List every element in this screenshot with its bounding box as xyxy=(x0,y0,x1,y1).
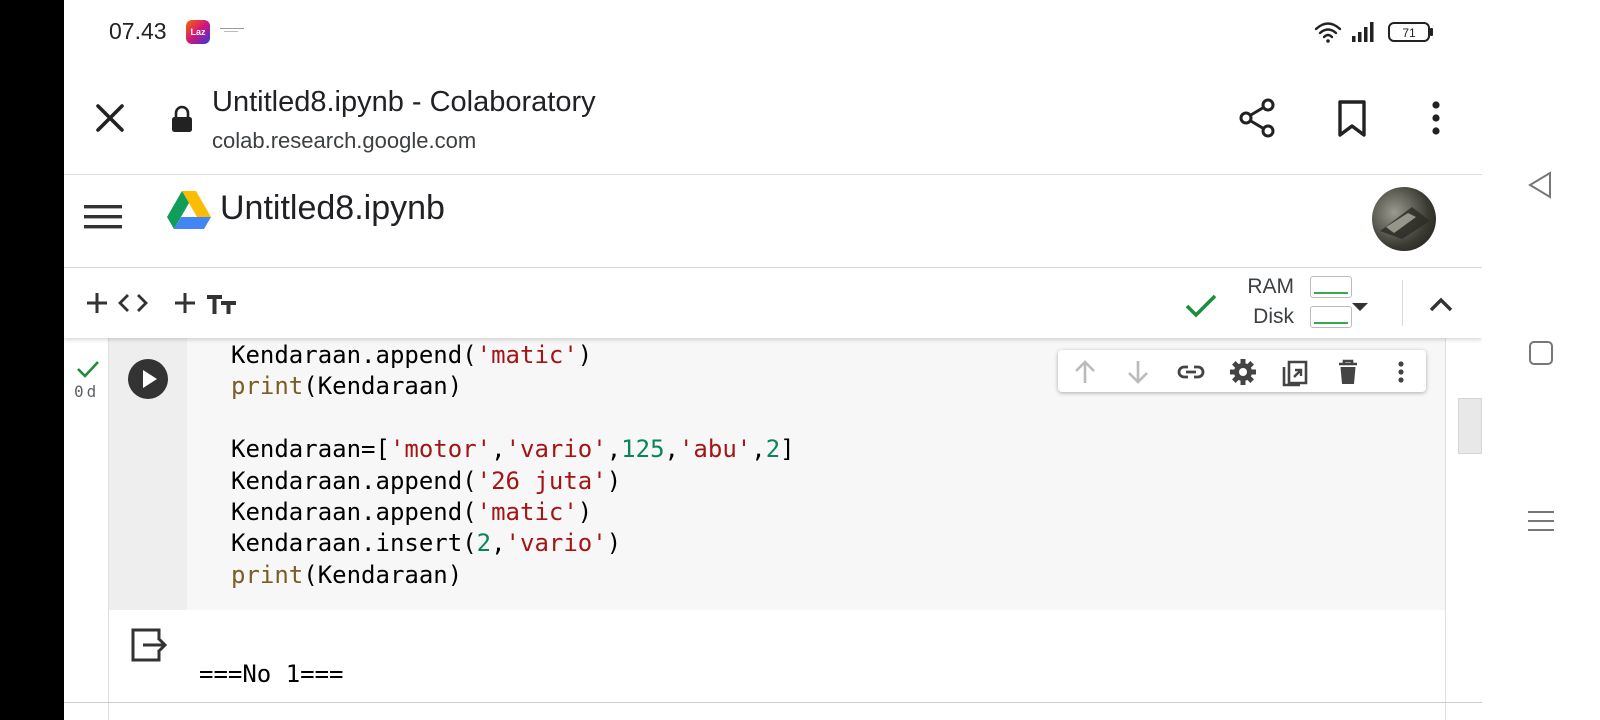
ram-meter[interactable] xyxy=(1310,276,1352,298)
recents-icon[interactable] xyxy=(1524,504,1558,538)
code-token: print xyxy=(231,560,304,589)
code-token: 2 xyxy=(476,529,492,558)
code-line: print(Kendaraan) xyxy=(231,372,462,400)
code-token: (Kendaraan) xyxy=(303,560,463,589)
page-url: colab.research.google.com xyxy=(212,128,477,153)
code-token: 125 xyxy=(621,435,665,464)
execution-time: 0d xyxy=(74,382,100,401)
code-token: 2 xyxy=(765,435,781,464)
share-icon[interactable] xyxy=(1236,96,1280,140)
code-line: print(Kendaraan) xyxy=(231,561,462,589)
code-token: ] xyxy=(780,435,795,464)
drive-icon xyxy=(167,191,211,229)
battery-icon: 71 xyxy=(1388,22,1433,42)
bookmark-icon[interactable] xyxy=(1330,96,1374,140)
notification-icon xyxy=(220,28,244,32)
gear-icon[interactable] xyxy=(1228,357,1258,387)
code-token: 'abu' xyxy=(678,435,752,464)
code-token: Kendaraan.insert( xyxy=(231,529,477,558)
code-token: , xyxy=(491,529,506,558)
code-token: ) xyxy=(577,341,593,369)
close-icon[interactable] xyxy=(90,98,130,138)
code-token: Kendaraan.append( xyxy=(231,466,477,495)
divider xyxy=(64,702,1482,703)
clock: 07.43 xyxy=(109,18,167,44)
home-icon[interactable] xyxy=(1524,336,1558,370)
add-text-icon[interactable] xyxy=(174,286,240,320)
add-code-icon[interactable] xyxy=(86,286,152,320)
code-token: ) xyxy=(606,466,622,495)
code-token: print xyxy=(231,372,304,401)
chevron-down-icon[interactable] xyxy=(1348,290,1372,324)
notebook-toolbar: RAM Disk xyxy=(64,268,1482,338)
code-line: Kendaraan.append('26 juta') xyxy=(231,467,621,495)
link-icon[interactable] xyxy=(1176,357,1206,387)
more-vert-icon[interactable] xyxy=(1414,96,1458,140)
status-bar: 07.43 Laz 71 xyxy=(64,0,1482,64)
browser-bar: Untitled8.ipynb - Colaboratory colab.res… xyxy=(64,64,1482,175)
code-token: Kendaraan=[ xyxy=(231,435,390,464)
phone-screen: 07.43 Laz 71 Untitled8.ipynb - Colaborat… xyxy=(64,0,1482,720)
code-token: , xyxy=(751,435,766,464)
code-editor[interactable]: Kendaraan.append('matic') print(Kendaraa… xyxy=(231,340,795,591)
avatar[interactable] xyxy=(1372,187,1436,251)
code-token: (Kendaraan) xyxy=(303,372,463,401)
lazada-notification-icon: Laz xyxy=(186,20,210,44)
code-token: , xyxy=(491,435,506,464)
code-token: ) xyxy=(577,498,593,527)
code-token: , xyxy=(664,435,679,464)
output-text: ===No 1=== xyxy=(199,660,344,688)
chevron-up-icon[interactable] xyxy=(1426,288,1456,322)
page-title: Untitled8.ipynb - Colaboratory xyxy=(212,86,596,118)
notebook-title[interactable]: Untitled8.ipynb xyxy=(220,189,445,228)
cell-toolbar xyxy=(1058,350,1426,392)
code-token: 'motor' xyxy=(389,435,492,464)
code-token: 'vario' xyxy=(505,529,607,558)
more-vert-icon[interactable] xyxy=(1386,357,1416,387)
disk-label: Disk xyxy=(1253,305,1294,328)
code-line: Kendaraan.append('matic') xyxy=(231,341,592,369)
code-token: Kendaraan.append( xyxy=(231,498,477,527)
run-button[interactable] xyxy=(128,359,168,399)
cell-run-area xyxy=(109,338,187,610)
battery-level: 71 xyxy=(1402,26,1416,40)
arrow-up-icon[interactable] xyxy=(1070,357,1100,387)
toolbar-divider xyxy=(1402,280,1403,326)
back-icon[interactable] xyxy=(1524,168,1558,202)
system-nav-bar xyxy=(1482,0,1600,720)
signal-icon xyxy=(1352,22,1374,42)
system-icons: 71 xyxy=(1314,18,1438,46)
code-token: 'matic' xyxy=(476,498,578,527)
code-token: '26 juta' xyxy=(476,466,607,495)
code-token: Kendaraan.append( xyxy=(231,341,477,369)
mirror-cell-icon[interactable] xyxy=(1280,357,1310,387)
ram-label: RAM xyxy=(1247,275,1294,298)
code-token: 'matic' xyxy=(476,341,578,369)
lock-icon xyxy=(172,105,192,132)
cell-status-check-icon xyxy=(77,361,99,378)
code-line: Kendaraan.insert(2,'vario') xyxy=(231,529,621,557)
disk-meter[interactable] xyxy=(1310,306,1352,328)
code-line: Kendaraan.append('matic') xyxy=(231,498,592,526)
hamburger-icon[interactable] xyxy=(84,197,122,235)
run-icon xyxy=(143,370,157,388)
code-token: , xyxy=(606,435,622,464)
delete-icon[interactable] xyxy=(1333,357,1363,387)
scrollbar[interactable] xyxy=(1458,398,1482,454)
code-token: ) xyxy=(606,529,622,558)
check-icon xyxy=(1185,294,1217,318)
code-line: Kendaraan=['motor','vario',125,'abu',2] xyxy=(231,435,795,463)
code-token: 'vario' xyxy=(505,435,607,464)
cell-output: ===No 1=== xyxy=(108,610,1446,720)
colab-header: Untitled8.ipynb xyxy=(64,175,1482,268)
wifi-icon xyxy=(1314,22,1342,43)
output-icon[interactable] xyxy=(129,624,169,664)
arrow-down-icon[interactable] xyxy=(1123,357,1153,387)
